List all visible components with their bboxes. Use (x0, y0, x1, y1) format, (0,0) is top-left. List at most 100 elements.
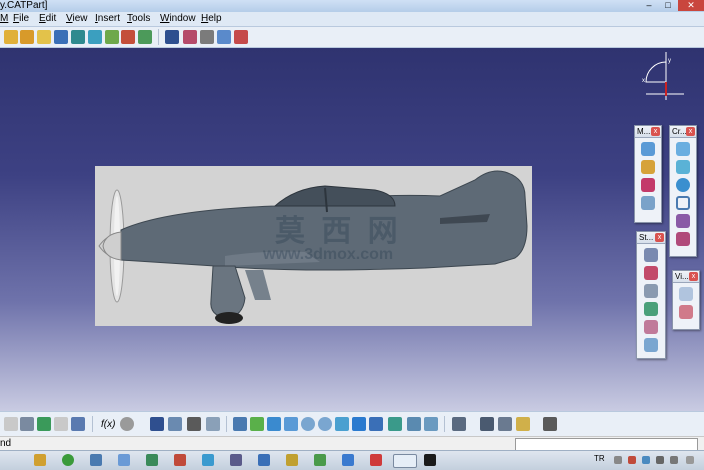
catalog-icon[interactable] (187, 417, 201, 431)
word-app-icon[interactable] (90, 454, 102, 466)
measure-between-icon[interactable] (452, 417, 466, 431)
swap-space-icon[interactable] (424, 417, 438, 431)
analysis-icon[interactable] (641, 178, 655, 192)
rotate-icon[interactable] (284, 417, 298, 431)
shaft-icon[interactable] (105, 30, 119, 44)
chain-icon[interactable] (644, 248, 658, 262)
whats-this-icon[interactable] (71, 417, 85, 431)
multi-view-icon[interactable] (352, 417, 366, 431)
mass-icon[interactable] (641, 196, 655, 210)
lighting-icon[interactable] (644, 338, 658, 352)
grid-icon[interactable] (54, 30, 68, 44)
loft-icon[interactable] (217, 30, 231, 44)
zoom-out-icon[interactable] (318, 417, 332, 431)
compass-icon[interactable]: x y (640, 52, 684, 100)
pad-icon[interactable] (71, 30, 85, 44)
app-icon[interactable] (424, 454, 436, 466)
show-desktop-icon[interactable] (686, 456, 694, 464)
catia-app-icon[interactable] (393, 454, 417, 468)
fly-icon[interactable] (233, 417, 247, 431)
menu-insert[interactable]: Insert (95, 13, 120, 25)
layers-icon[interactable] (138, 30, 152, 44)
spline-icon[interactable] (37, 30, 51, 44)
hide-show-icon[interactable] (407, 417, 421, 431)
profile-icon[interactable] (20, 30, 34, 44)
measure-inertia-icon[interactable] (498, 417, 512, 431)
render-icon[interactable] (644, 284, 658, 298)
measure-icon[interactable] (641, 142, 655, 156)
close-icon[interactable]: x (655, 233, 664, 242)
pan-icon[interactable] (267, 417, 281, 431)
app-icon[interactable] (286, 454, 298, 466)
stiffener-icon[interactable] (200, 30, 214, 44)
flag-icon[interactable] (234, 30, 248, 44)
menu-window[interactable]: Window (160, 13, 196, 25)
maximize-button[interactable]: □ (659, 0, 677, 11)
menu-view[interactable]: View (66, 13, 88, 25)
apply-material-icon[interactable] (516, 417, 530, 431)
line-icon[interactable] (676, 160, 690, 174)
tree-icon[interactable] (168, 417, 182, 431)
tray-icon[interactable] (614, 456, 622, 464)
app-icon[interactable] (258, 454, 270, 466)
point-icon[interactable] (676, 142, 690, 156)
menu-help[interactable]: Help (201, 13, 222, 25)
close-icon[interactable]: x (686, 127, 695, 136)
iso-view-icon[interactable] (369, 417, 383, 431)
sketch-icon[interactable] (4, 30, 18, 44)
app-icon[interactable] (342, 454, 354, 466)
knowledge-icon[interactable] (206, 417, 220, 431)
palette-m-header[interactable]: M... x (635, 126, 661, 138)
hole-icon[interactable] (165, 30, 179, 44)
redo-icon[interactable] (54, 417, 68, 431)
close-icon[interactable]: x (651, 127, 660, 136)
material-icon[interactable] (644, 266, 658, 280)
open-icon[interactable] (20, 417, 34, 431)
eye-icon[interactable] (679, 287, 693, 301)
tray-icon[interactable] (642, 456, 650, 464)
axis-icon[interactable] (676, 214, 690, 228)
tray-icon[interactable] (628, 456, 636, 464)
app-icon[interactable] (174, 454, 186, 466)
volume-icon[interactable] (670, 456, 678, 464)
groove-icon[interactable] (121, 30, 135, 44)
sphere-icon[interactable] (676, 178, 690, 192)
chrome-app-icon[interactable] (62, 454, 74, 466)
shading-mode-icon[interactable] (388, 417, 402, 431)
view-mode-icon[interactable] (679, 305, 693, 319)
fit-all-icon[interactable] (250, 417, 264, 431)
surface-icon[interactable] (676, 232, 690, 246)
inertia-icon[interactable] (641, 160, 655, 174)
normal-view-icon[interactable] (335, 417, 349, 431)
menu-start[interactable]: M (0, 13, 8, 25)
app-icon[interactable] (202, 454, 214, 466)
explorer-app-icon[interactable] (118, 454, 130, 466)
pocket-icon[interactable] (88, 30, 102, 44)
formula-button[interactable]: f(x) (101, 419, 115, 430)
pencil-app-icon[interactable] (34, 454, 46, 466)
plane-icon[interactable] (676, 196, 690, 210)
shading-icon[interactable] (644, 320, 658, 334)
3d-viewport[interactable]: x y 莫 西 网 www.3dmox.com M... x Cr... x S… (0, 48, 704, 411)
zoom-in-icon[interactable] (301, 417, 315, 431)
minimize-button[interactable]: – (640, 0, 658, 11)
network-icon[interactable] (656, 456, 664, 464)
menu-tools[interactable]: Tools (127, 13, 150, 25)
palette-st-header[interactable]: St... x (637, 232, 665, 244)
app-icon[interactable] (146, 454, 158, 466)
photo-icon[interactable] (543, 417, 557, 431)
close-button[interactable]: ✕ (678, 0, 704, 11)
menu-edit[interactable]: Edit (39, 13, 56, 25)
app-icon[interactable] (370, 454, 382, 466)
menu-file[interactable]: File (13, 13, 29, 25)
measure-item-icon[interactable] (480, 417, 494, 431)
comment-icon[interactable] (120, 417, 134, 431)
palette-vi-header[interactable]: Vi... x (673, 271, 699, 283)
texture-icon[interactable] (644, 302, 658, 316)
rib-icon[interactable] (183, 30, 197, 44)
palette-cr-header[interactable]: Cr... x (670, 126, 696, 138)
new-icon[interactable] (4, 417, 18, 431)
undo-icon[interactable] (37, 417, 51, 431)
tray-language[interactable]: TR (594, 454, 605, 463)
table-icon[interactable] (150, 417, 164, 431)
